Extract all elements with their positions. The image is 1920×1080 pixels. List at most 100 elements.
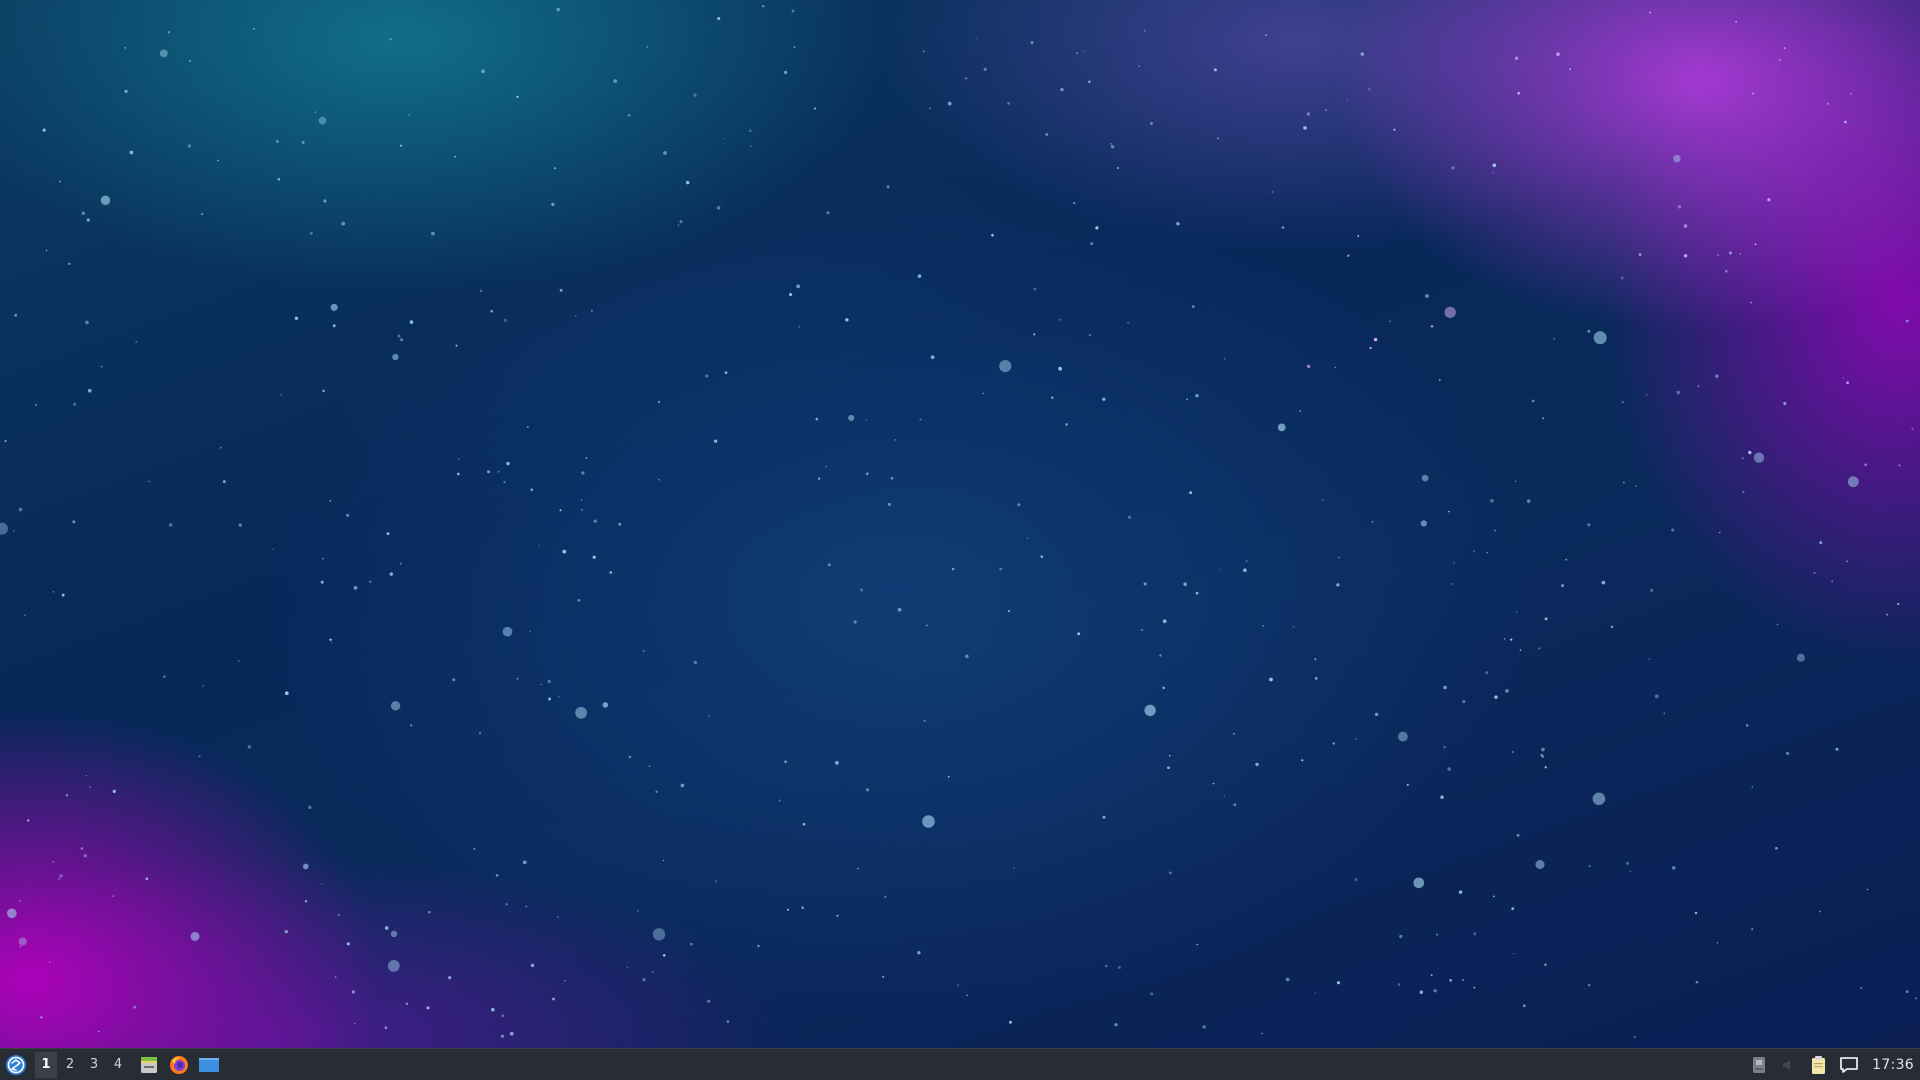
wallpaper-star xyxy=(1850,93,1852,95)
workspace-switcher: 1 2 3 4 xyxy=(35,1049,131,1080)
wallpaper-star xyxy=(1673,154,1681,163)
wallpaper-star xyxy=(272,548,274,550)
wallpaper-star xyxy=(1473,932,1477,936)
wallpaper-star xyxy=(1162,686,1165,690)
wallpaper-star xyxy=(976,37,978,40)
wallpaper-star xyxy=(1334,366,1336,369)
workspace-1[interactable]: 1 xyxy=(35,1051,57,1078)
wallpaper-star xyxy=(1243,568,1247,572)
notifications-tray[interactable] xyxy=(1836,1051,1862,1079)
wallpaper-star xyxy=(1127,515,1132,519)
wallpaper-star xyxy=(923,719,926,722)
volume-tray[interactable] xyxy=(1776,1051,1802,1079)
wallpaper-star xyxy=(1517,91,1520,95)
wallpaper-star xyxy=(500,1034,505,1038)
show-desktop-launcher[interactable] xyxy=(195,1051,223,1079)
wallpaper-star xyxy=(1321,498,1324,501)
wallpaper-star xyxy=(1648,658,1650,660)
wallpaper-star xyxy=(72,520,76,524)
wallpaper-star xyxy=(68,262,71,265)
wallpaper-star xyxy=(112,789,116,794)
wallpaper-star xyxy=(19,945,21,948)
firefox-launcher[interactable] xyxy=(165,1051,193,1079)
wallpaper-star xyxy=(762,4,765,8)
wallpaper-star xyxy=(1523,1004,1526,1008)
workspace-2[interactable]: 2 xyxy=(59,1052,81,1078)
wallpaper-star xyxy=(1213,68,1217,72)
wallpaper-star xyxy=(1438,379,1441,382)
wallpaper-star xyxy=(1622,481,1625,484)
wallpaper-star xyxy=(1676,390,1681,395)
wallpaper-star xyxy=(1553,337,1555,340)
wallpaper-star xyxy=(1324,108,1328,112)
wallpaper-star xyxy=(658,479,660,481)
wallpaper-star xyxy=(928,107,931,110)
wallpaper-star xyxy=(1397,983,1401,986)
wallpaper-star xyxy=(860,588,864,592)
wallpaper-star xyxy=(1629,870,1632,872)
clock[interactable]: 17:36 xyxy=(1872,1057,1914,1073)
file-manager-launcher[interactable] xyxy=(135,1051,163,1079)
wallpaper-star xyxy=(922,815,935,828)
wallpaper-star xyxy=(957,984,959,986)
wallpaper-star xyxy=(1306,364,1311,369)
wallpaper-star xyxy=(890,476,894,480)
wallpaper-star xyxy=(1212,782,1215,785)
wallpaper-star xyxy=(329,500,332,502)
wallpaper-star xyxy=(1621,401,1624,404)
wallpaper-star xyxy=(1842,377,1845,379)
wallpaper-star xyxy=(426,1006,430,1010)
wallpaper-star xyxy=(163,675,166,678)
wallpaper-star xyxy=(1245,560,1248,563)
wallpaper-star xyxy=(947,101,952,106)
wallpaper-star xyxy=(626,966,629,968)
wallpaper-star xyxy=(1544,617,1548,621)
wallpaper-star xyxy=(965,77,968,80)
wallpaper-star xyxy=(1368,88,1371,91)
wallpaper-star xyxy=(1544,963,1547,967)
application-menu-button[interactable] xyxy=(1,1050,31,1080)
wallpaper-star xyxy=(1671,528,1675,532)
wallpaper-star xyxy=(1144,704,1156,717)
workspace-3[interactable]: 3 xyxy=(83,1052,105,1078)
wallpaper-star xyxy=(690,942,693,946)
wallpaper-star xyxy=(502,626,513,637)
wallpaper-star xyxy=(458,458,460,460)
wallpaper-star xyxy=(825,465,827,468)
clipboard-tray[interactable] xyxy=(1806,1051,1832,1079)
wallpaper-star xyxy=(24,614,26,617)
wallpaper-star xyxy=(551,202,555,207)
wallpaper-star xyxy=(1672,866,1676,870)
wallpaper-star xyxy=(602,702,609,708)
wallpaper-star xyxy=(332,324,336,328)
wallpaper-star xyxy=(1860,987,1863,989)
wallpaper-star xyxy=(787,908,790,911)
wallpaper-star xyxy=(930,355,935,360)
wallpaper-star xyxy=(353,586,358,590)
wallpaper-star xyxy=(917,951,921,955)
wallpaper-star xyxy=(662,859,665,862)
wallpaper-star xyxy=(1831,580,1833,583)
wallpaper-star xyxy=(1462,699,1466,704)
wallpaper-star xyxy=(1186,398,1188,401)
wallpaper-star xyxy=(1813,572,1816,574)
wallpaper-star xyxy=(585,456,588,459)
wallpaper-star xyxy=(1750,301,1752,304)
wallpaper-star xyxy=(1683,253,1688,258)
workspace-4[interactable]: 4 xyxy=(107,1052,129,1078)
wallpaper-star xyxy=(1588,983,1591,987)
wallpaper-star xyxy=(685,180,690,185)
wallpaper-star xyxy=(124,89,128,94)
wallpaper-star xyxy=(1440,795,1444,799)
wallpaper-star xyxy=(1169,754,1171,757)
removable-drive-tray[interactable] xyxy=(1746,1051,1772,1079)
wallpaper-star xyxy=(1492,895,1495,898)
wallpaper-star xyxy=(428,910,431,914)
wallpaper-star xyxy=(1515,611,1518,613)
wallpaper-star xyxy=(1783,47,1786,50)
wallpaper-star xyxy=(1724,269,1728,273)
wallpaper-star xyxy=(387,960,400,972)
wallpaper-star xyxy=(1138,65,1141,67)
wallpaper-star xyxy=(452,678,456,682)
wallpaper-star xyxy=(882,975,885,978)
